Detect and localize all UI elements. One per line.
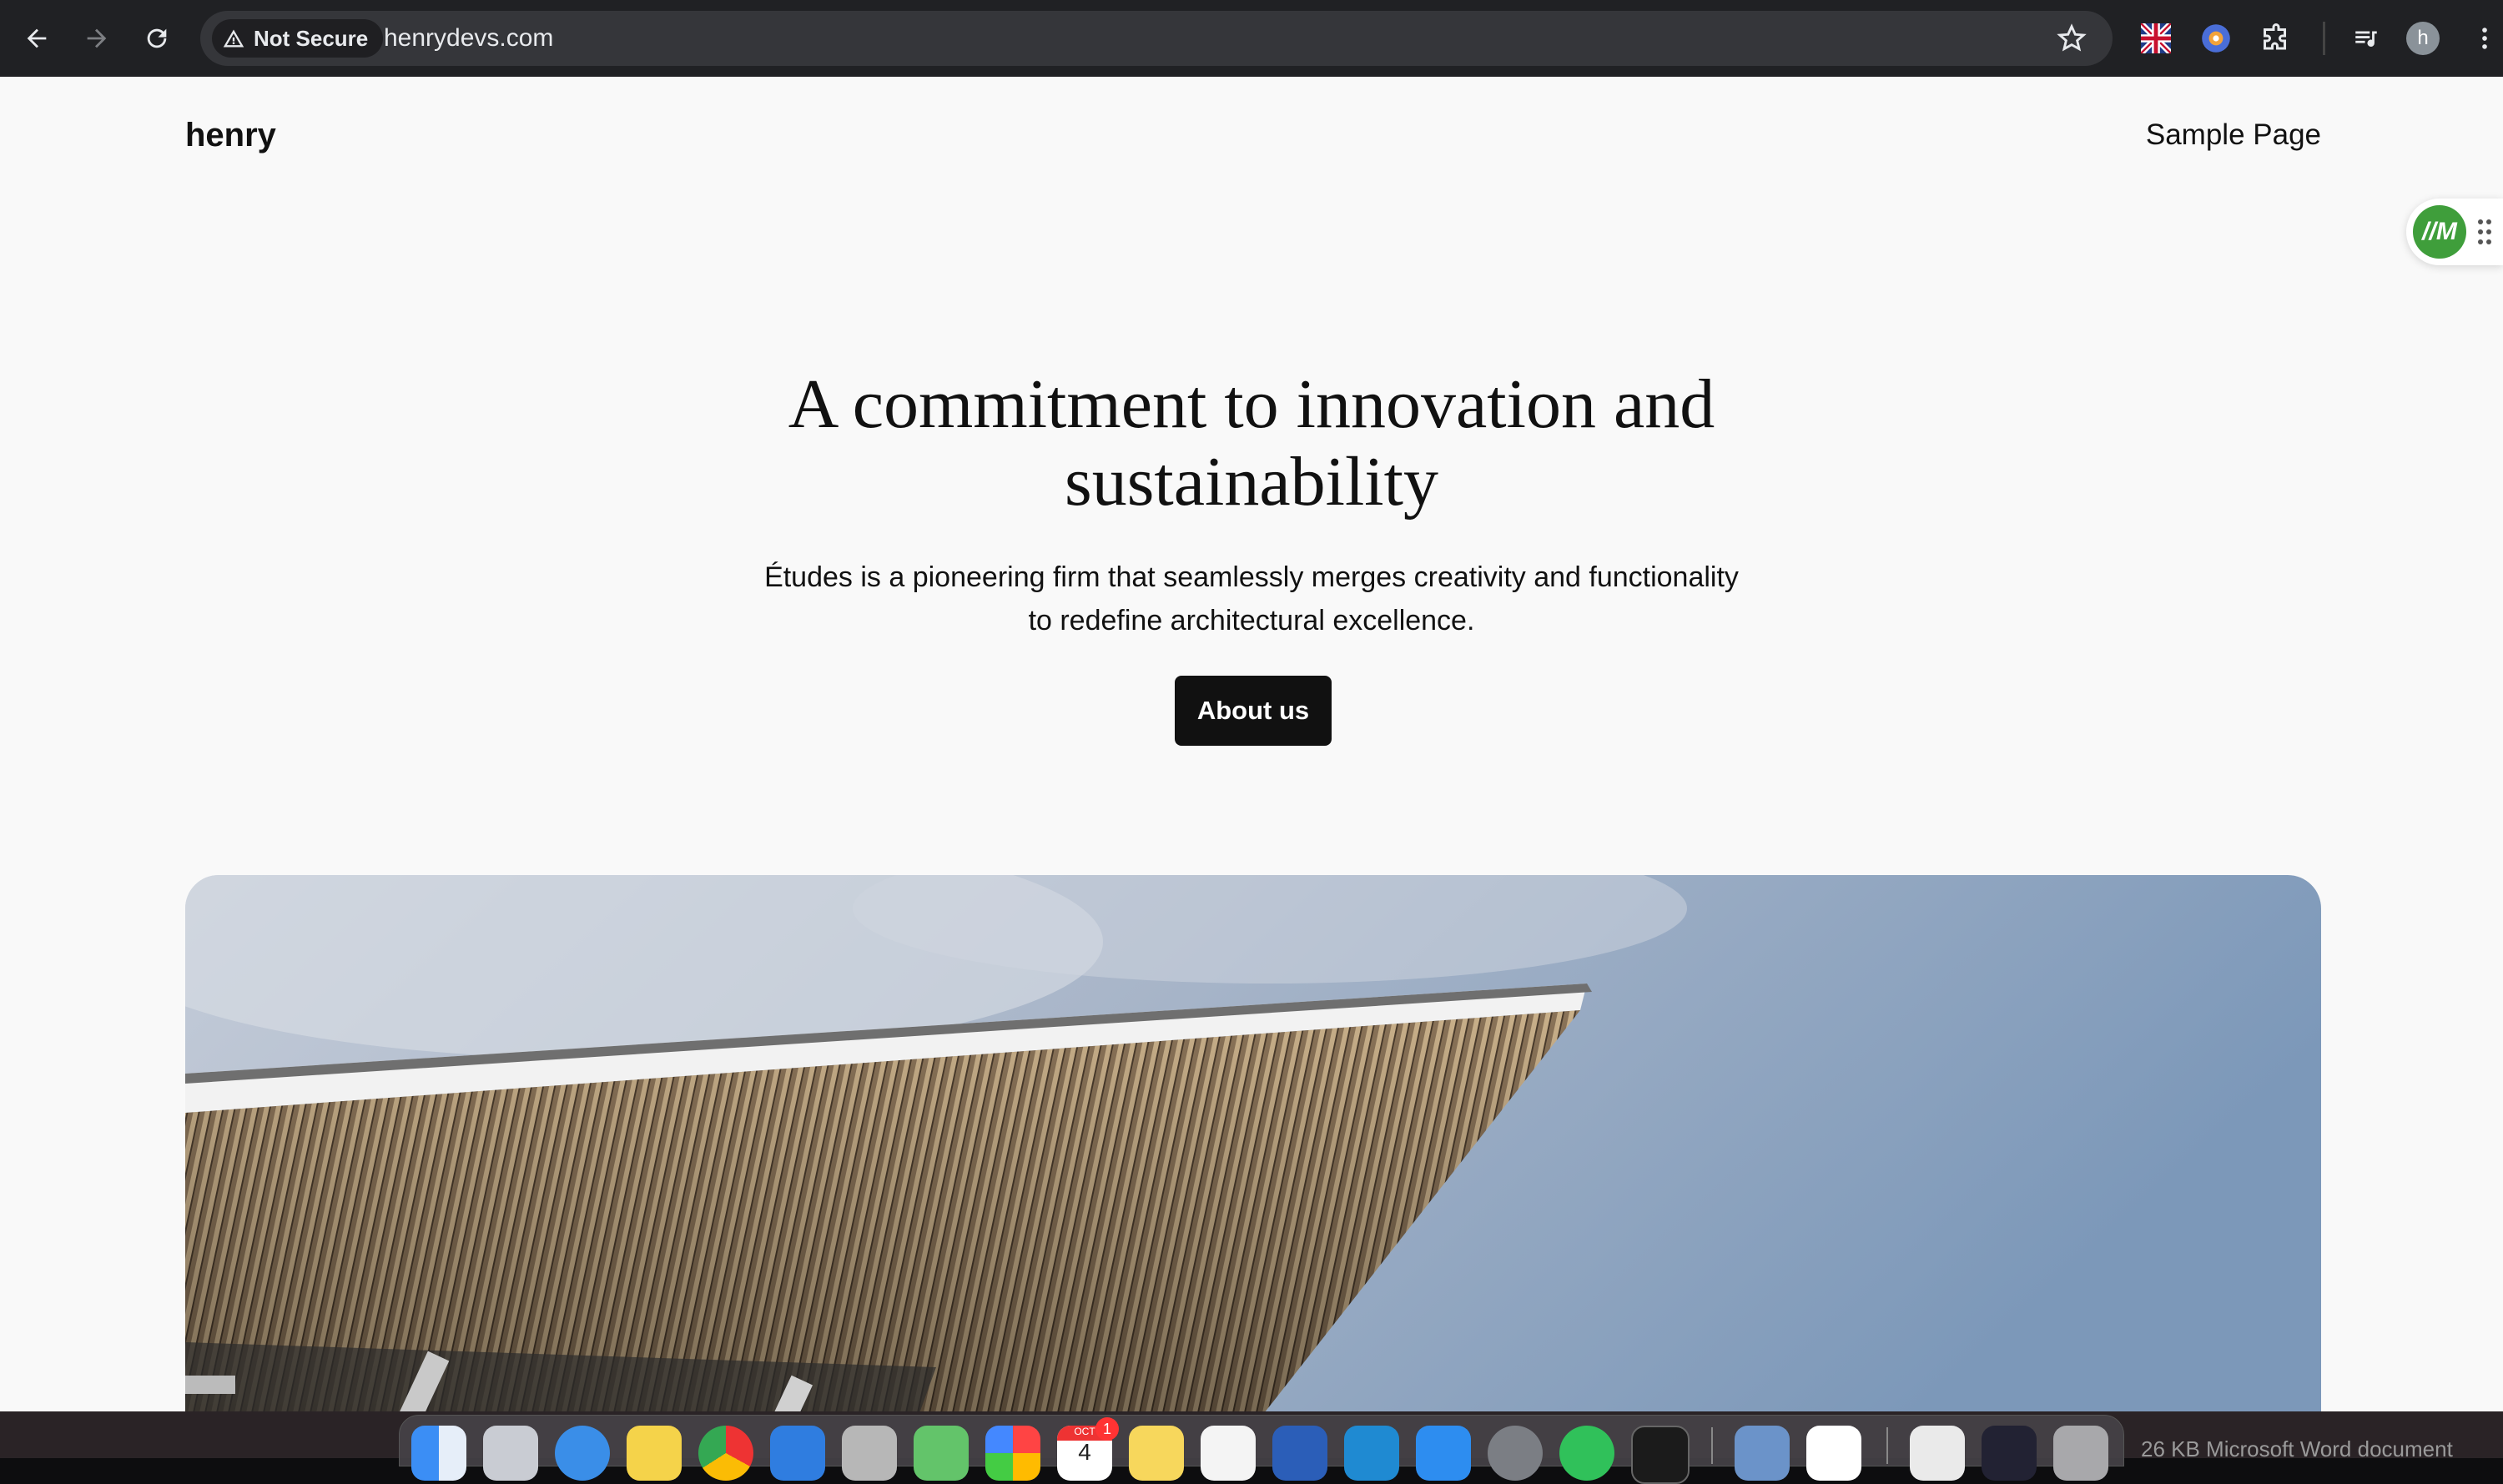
calendar-day: 4 bbox=[1078, 1439, 1091, 1465]
reminders-icon[interactable] bbox=[1201, 1426, 1256, 1481]
url-text[interactable]: henrydevs.com bbox=[384, 24, 553, 53]
warning-icon bbox=[223, 29, 244, 48]
photos-icon[interactable] bbox=[985, 1426, 1040, 1481]
document-icon[interactable] bbox=[1910, 1426, 1965, 1481]
reload-icon bbox=[147, 28, 167, 48]
preview-icon[interactable] bbox=[1735, 1426, 1790, 1481]
trash-icon[interactable] bbox=[2053, 1426, 2108, 1481]
forward-button[interactable] bbox=[77, 18, 117, 58]
page-viewport: henry Sample Page //M A commitment to in… bbox=[0, 77, 2503, 1411]
uk-flag-icon[interactable] bbox=[2138, 20, 2174, 57]
about-us-button[interactable]: About us bbox=[1175, 676, 1332, 746]
dock-separator bbox=[1711, 1427, 1713, 1464]
settings-icon[interactable] bbox=[1488, 1426, 1543, 1481]
floating-widget[interactable]: //M bbox=[2406, 199, 2503, 265]
terminal-icon[interactable] bbox=[1631, 1426, 1690, 1484]
hero-subtitle: Études is a pioneering firm that seamles… bbox=[764, 561, 1739, 636]
hero-heading: A commitment to innovation and sustainab… bbox=[788, 365, 1715, 521]
toolbar-divider bbox=[2323, 22, 2325, 55]
word-icon[interactable] bbox=[1272, 1426, 1327, 1481]
launchpad-icon[interactable] bbox=[483, 1426, 538, 1481]
contacts-icon[interactable] bbox=[842, 1426, 897, 1481]
profile-initial: h bbox=[2406, 22, 2440, 55]
forward-arrow-icon bbox=[87, 28, 107, 48]
media-control-icon[interactable] bbox=[2348, 20, 2385, 57]
whatsapp-icon[interactable] bbox=[1559, 1426, 1614, 1481]
widget-logo[interactable]: //M bbox=[2413, 205, 2466, 259]
globe-extension-icon[interactable] bbox=[2198, 20, 2234, 57]
vscode-icon[interactable] bbox=[1344, 1426, 1399, 1481]
profile-avatar[interactable]: h bbox=[2405, 20, 2441, 57]
browser-toolbar: Not Secure henrydevs.com h bbox=[0, 0, 2503, 77]
calendar-badge: 1 bbox=[1095, 1417, 1119, 1441]
app-store-icon[interactable] bbox=[1416, 1426, 1471, 1481]
notes-icon[interactable] bbox=[1129, 1426, 1184, 1481]
browser-menu-icon[interactable] bbox=[2466, 20, 2503, 57]
mail-icon[interactable] bbox=[770, 1426, 825, 1481]
dock-status-text: 26 KB Microsoft Word document bbox=[2141, 1436, 2453, 1461]
address-bar[interactable]: Not Secure henrydevs.com bbox=[200, 11, 2113, 66]
nav-link-sample-page[interactable]: Sample Page bbox=[2146, 118, 2321, 152]
dock: OCT 4 1 bbox=[399, 1415, 2124, 1484]
bookmark-star-icon[interactable] bbox=[2056, 23, 2088, 54]
maps-icon[interactable] bbox=[914, 1426, 969, 1481]
security-label: Not Secure bbox=[254, 25, 369, 51]
drag-handle-icon[interactable] bbox=[2476, 217, 2493, 247]
puzzle-icon[interactable] bbox=[2258, 20, 2294, 57]
back-button[interactable] bbox=[17, 18, 57, 58]
back-arrow-icon bbox=[27, 28, 47, 48]
finder-icon[interactable] bbox=[411, 1426, 466, 1481]
architecture-photo bbox=[185, 875, 2321, 1411]
screenshot-icon[interactable] bbox=[1982, 1426, 2037, 1481]
dock-separator bbox=[1886, 1427, 1888, 1464]
reload-button[interactable] bbox=[137, 18, 177, 58]
chrome-icon[interactable] bbox=[698, 1426, 753, 1481]
calendar-icon[interactable]: OCT 4 1 bbox=[1057, 1417, 1119, 1481]
safari-icon[interactable] bbox=[555, 1426, 610, 1481]
slack-icon[interactable] bbox=[1806, 1426, 1861, 1481]
security-chip[interactable]: Not Secure bbox=[212, 19, 384, 58]
stickies-icon[interactable] bbox=[627, 1426, 682, 1481]
hero-image bbox=[185, 875, 2321, 1411]
site-title[interactable]: henry bbox=[185, 117, 276, 154]
